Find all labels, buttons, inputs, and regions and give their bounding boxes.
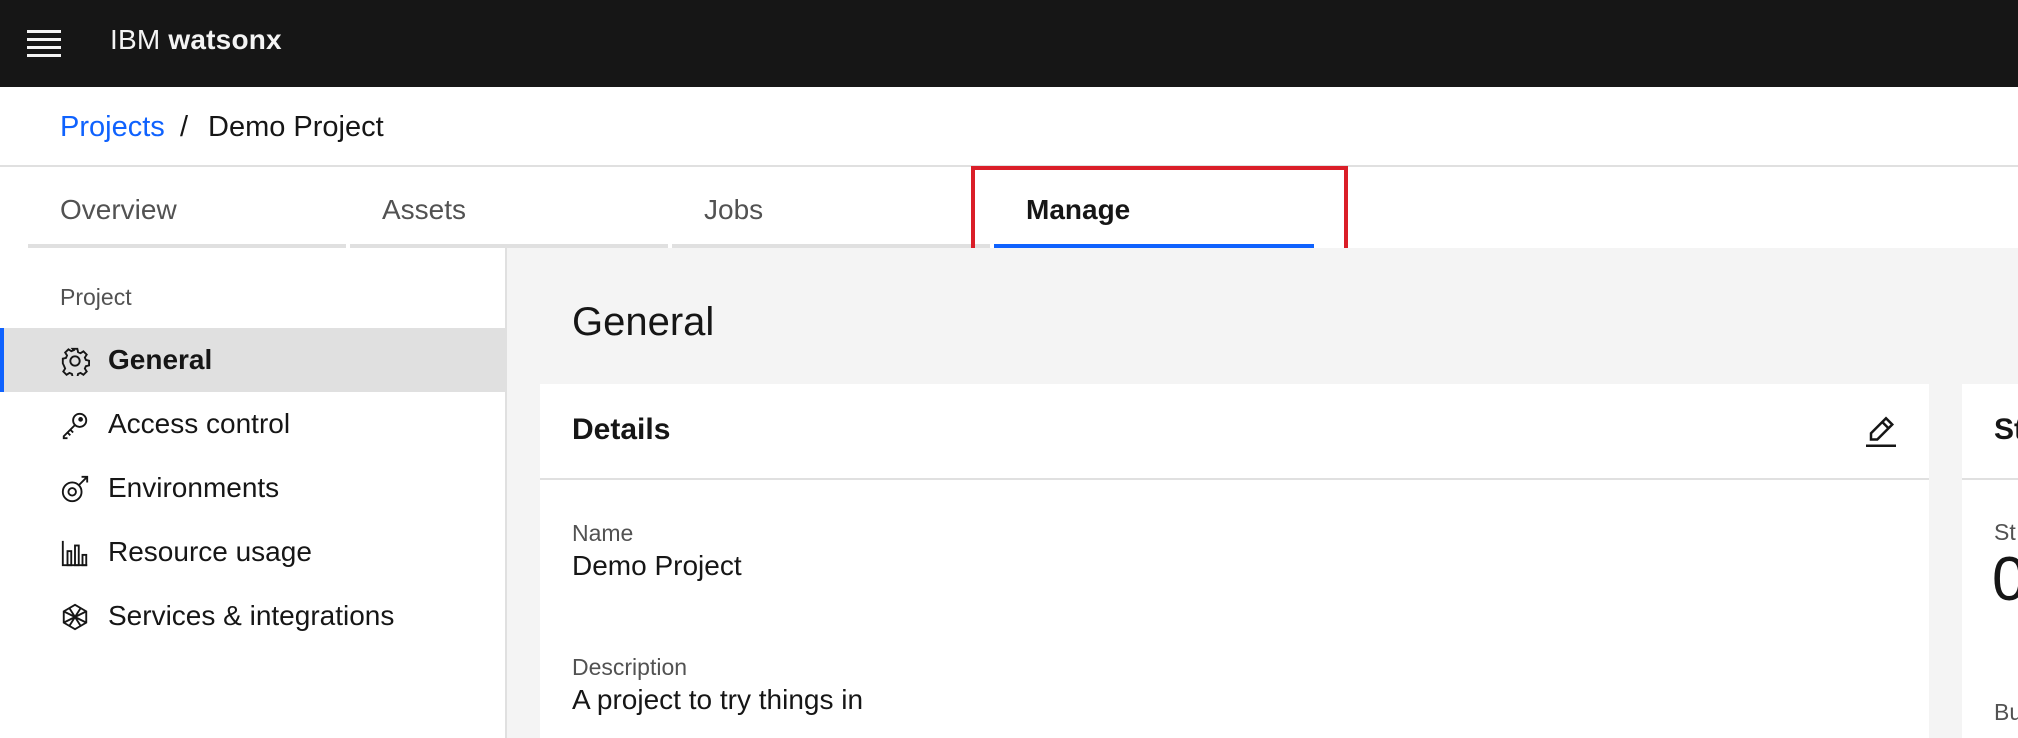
top-header: IBM watsonx xyxy=(0,0,2018,87)
description-label: Description xyxy=(572,654,688,680)
storage-card: St St 0 Bu xyxy=(1962,384,2018,738)
edit-button[interactable] xyxy=(1861,412,1901,452)
sidebar-item-access-control[interactable]: Access control xyxy=(0,392,505,456)
sidebar-item-resource-usage[interactable]: Resource usage xyxy=(0,520,505,584)
tab-label: Overview xyxy=(60,194,177,225)
sidebar-item-environments[interactable]: Environments xyxy=(0,456,505,520)
breadcrumb-current: Demo Project xyxy=(208,111,384,143)
key-icon xyxy=(62,412,88,440)
tab-overview[interactable]: Overview xyxy=(28,168,346,248)
storage-sublabel: Bu xyxy=(1994,699,2018,725)
tab-assets[interactable]: Assets xyxy=(350,168,668,248)
storage-card-title: St xyxy=(1994,413,2018,446)
sidebar-item-label: General xyxy=(108,344,213,375)
storage-value: 0 xyxy=(1992,545,2018,614)
bar-chart-icon xyxy=(61,540,88,567)
brand-ibm: IBM xyxy=(110,24,161,55)
breadcrumb-separator: / xyxy=(180,111,189,143)
nav-heading: Project xyxy=(60,284,132,310)
details-card-header: Details xyxy=(540,384,1929,480)
pencil-icon xyxy=(1866,416,1896,447)
details-card-title: Details xyxy=(572,413,671,446)
tab-label: Manage xyxy=(1026,194,1131,225)
sidebar-item-label: Access control xyxy=(108,408,291,439)
environment-icon xyxy=(61,475,89,503)
hamburger-menu-icon[interactable] xyxy=(18,22,70,64)
sidebar-item-label: Services & integrations xyxy=(108,600,395,631)
brand-product: watsonx xyxy=(168,24,282,55)
description-value: A project to try things in xyxy=(572,684,864,715)
sidebar-item-label: Resource usage xyxy=(108,536,312,567)
details-card: Details Name Demo Project Description A … xyxy=(540,384,1929,738)
tab-label: Assets xyxy=(382,194,467,225)
name-label: Name xyxy=(572,520,634,546)
sidebar-item-general[interactable]: General xyxy=(0,328,505,392)
page-title: General xyxy=(572,300,715,344)
side-nav: Project General Access control Environme… xyxy=(0,248,507,738)
tab-bar: Overview Assets Jobs Manage xyxy=(0,168,2018,248)
tab-jobs[interactable]: Jobs xyxy=(672,168,990,248)
app-brand[interactable]: IBM watsonx xyxy=(110,24,282,56)
breadcrumb-projects-link[interactable]: Projects xyxy=(60,111,165,144)
sidebar-item-label: Environments xyxy=(108,472,280,503)
gear-icon xyxy=(61,347,90,376)
breadcrumb: Projects / Demo Project xyxy=(0,87,2018,167)
storage-card-header: St xyxy=(1962,384,2018,480)
tab-manage[interactable]: Manage xyxy=(994,168,1314,248)
name-value: Demo Project xyxy=(572,550,742,581)
integrations-icon xyxy=(62,603,88,631)
tab-label: Jobs xyxy=(704,194,764,225)
storage-label: St xyxy=(1994,519,2016,545)
sidebar-item-services-integrations[interactable]: Services & integrations xyxy=(0,584,505,648)
